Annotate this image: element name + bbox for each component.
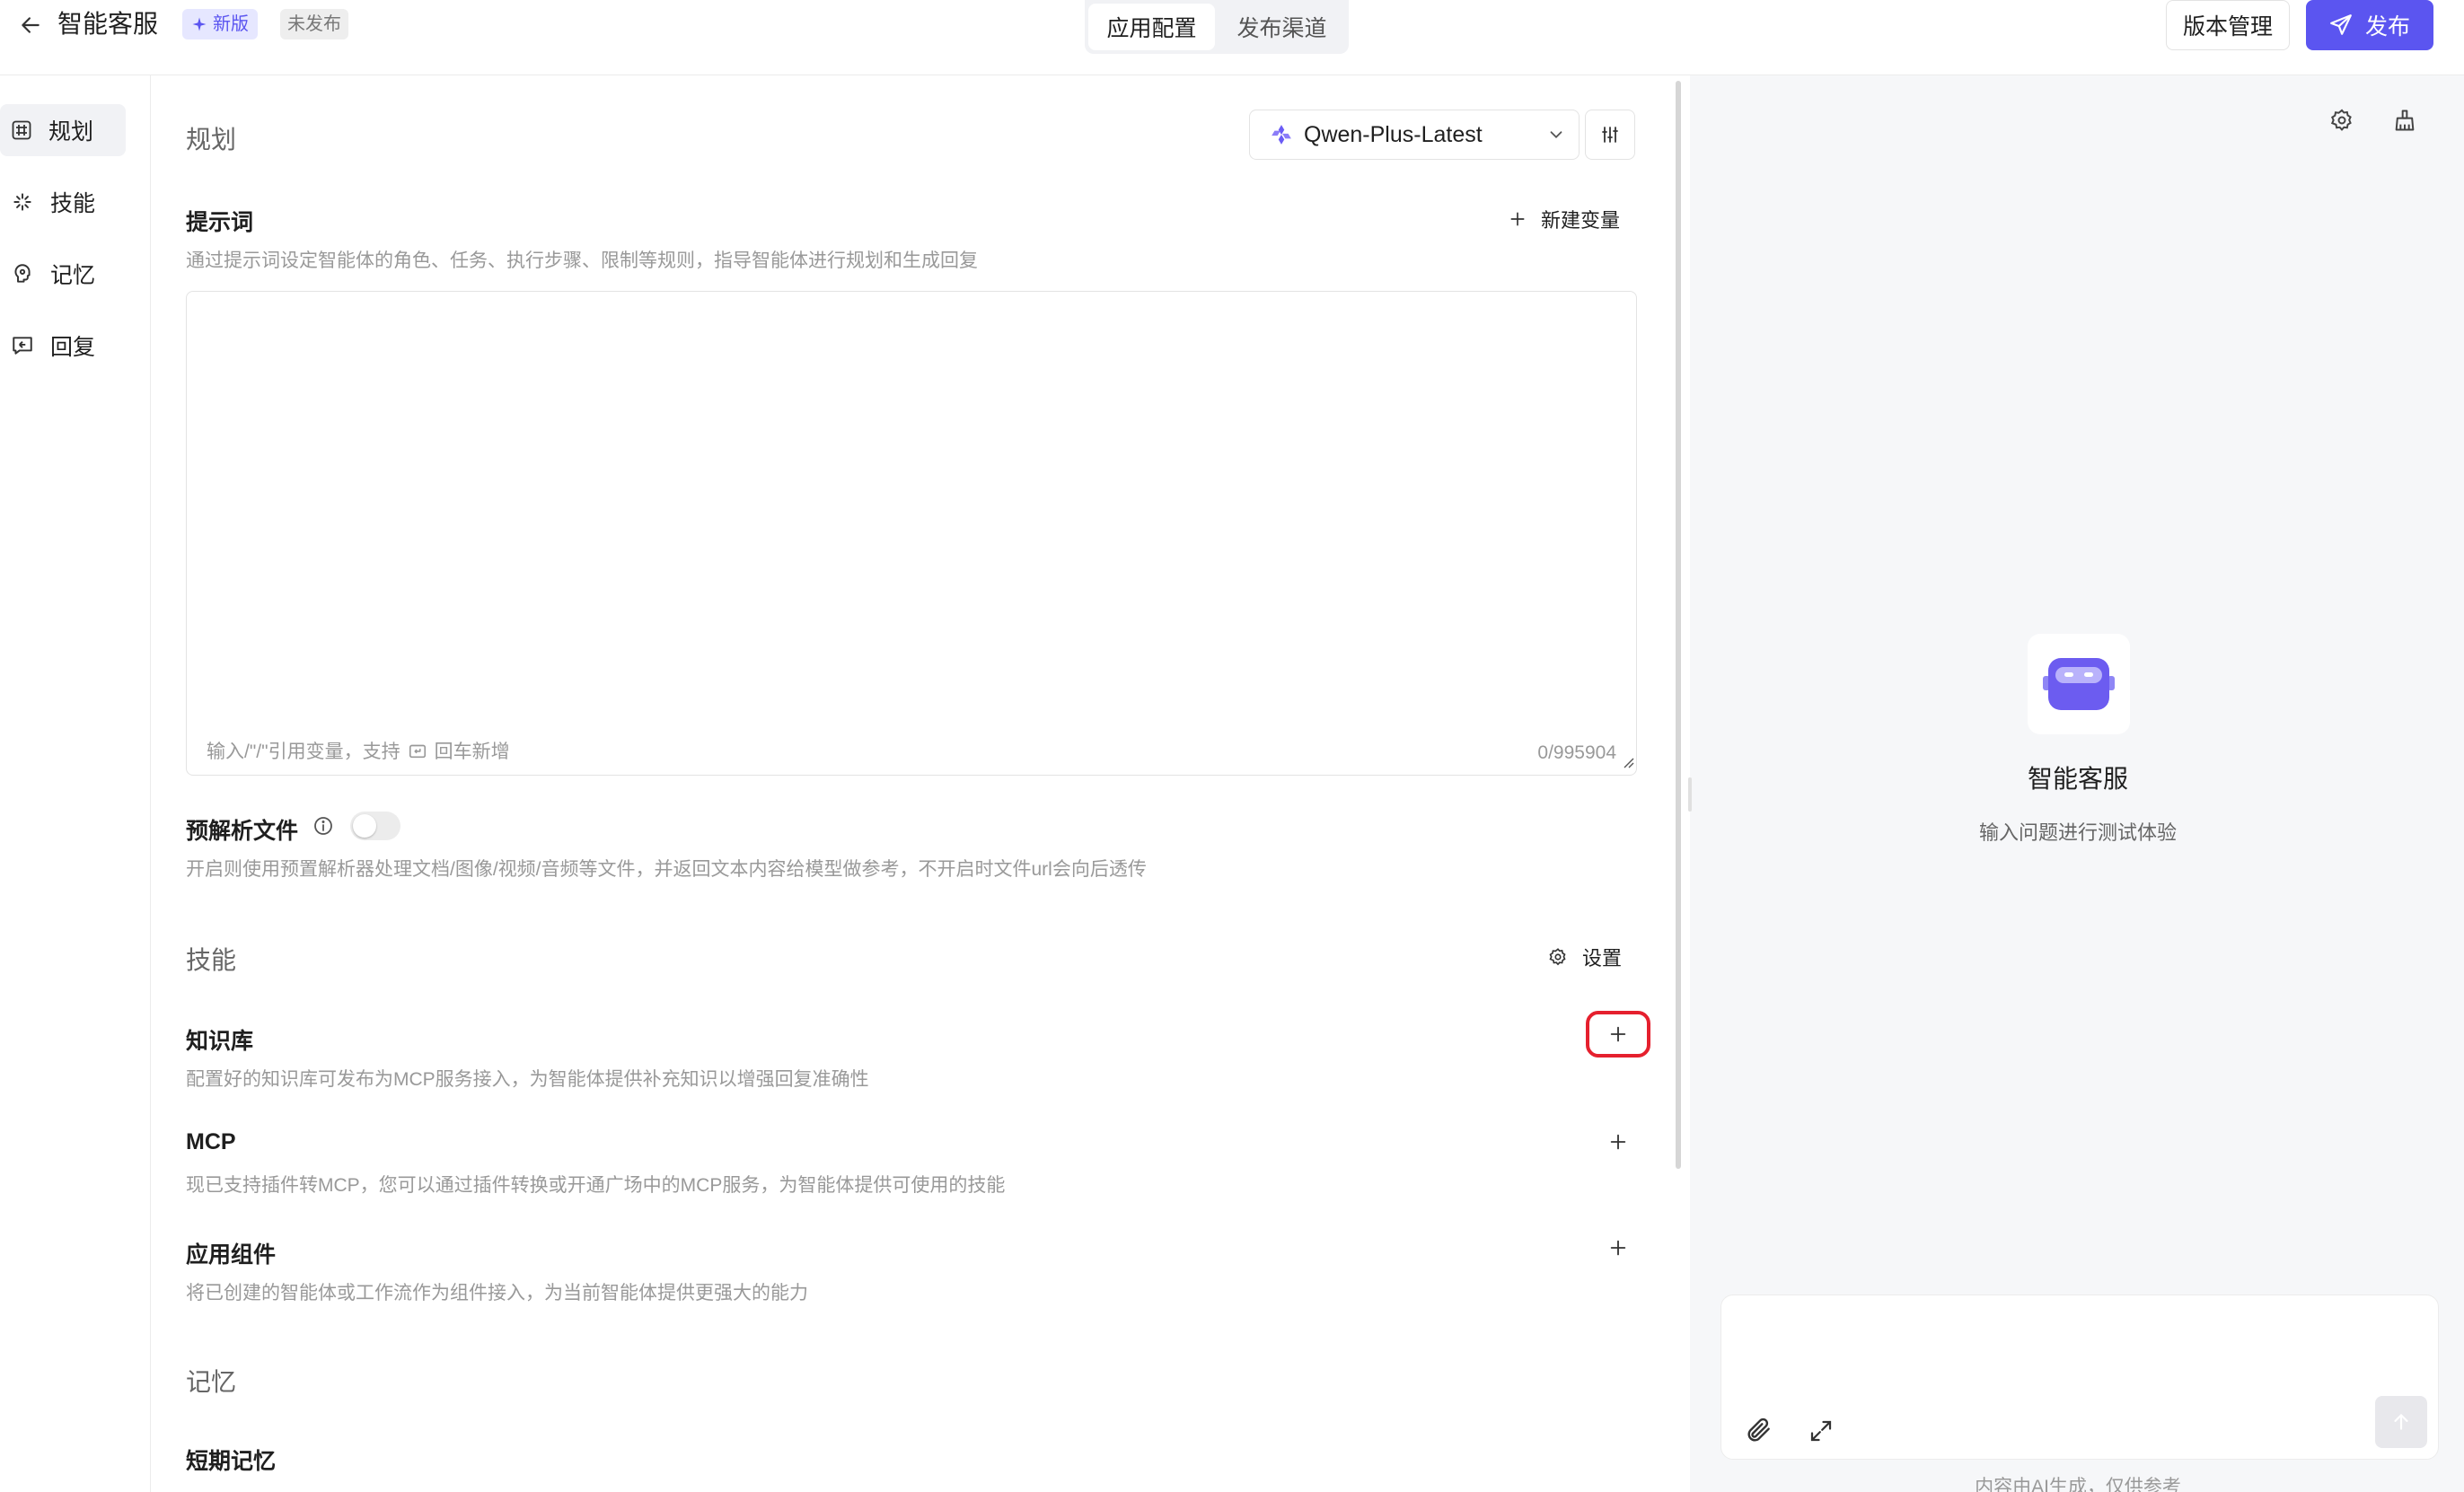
planning-section-title: 规划	[186, 126, 237, 154]
plus-icon	[1608, 1238, 1628, 1258]
app-title: 智能客服	[57, 10, 159, 38]
knowledge-base-title: 知识库	[186, 1029, 254, 1054]
enter-key-icon	[408, 741, 427, 760]
brain-icon	[11, 262, 34, 285]
skills-settings-button[interactable]: 设置	[1548, 943, 1622, 971]
resize-handle-icon[interactable]	[1622, 756, 1634, 773]
hash-icon	[11, 119, 32, 141]
info-icon[interactable]	[312, 815, 334, 837]
mcp-title: MCP	[186, 1129, 236, 1154]
add-app-component-button[interactable]	[1586, 1224, 1650, 1271]
robot-icon	[2039, 653, 2118, 715]
publish-button[interactable]: 发布	[2306, 0, 2433, 50]
app-components-title: 应用组件	[186, 1242, 277, 1268]
attachment-icon[interactable]	[1745, 1416, 1773, 1444]
prompt-textarea[interactable]: 输入/"/"引用变量，支持 回车新增 0/995904	[186, 291, 1637, 776]
tab-publish-channels[interactable]: 发布渠道	[1219, 4, 1345, 50]
arrow-up-icon	[2389, 1410, 2413, 1434]
broom-icon	[2392, 108, 2417, 133]
bot-name: 智能客服	[2027, 765, 2128, 793]
ai-disclaimer: 内容由AI生成，仅供参考	[1975, 1477, 2181, 1492]
model-select[interactable]: Qwen-Plus-Latest	[1249, 110, 1580, 160]
plus-icon	[1509, 210, 1527, 228]
skills-section-title: 技能	[186, 946, 237, 974]
bot-avatar	[2028, 634, 2130, 734]
plus-icon	[1608, 1024, 1628, 1044]
chevron-down-icon	[1546, 125, 1566, 145]
publish-label: 发布	[2364, 14, 2410, 39]
send-button[interactable]	[2375, 1396, 2427, 1448]
back-button[interactable]	[13, 7, 48, 43]
new-variable-label: 新建变量	[1541, 209, 1621, 232]
sidebar-item-memory[interactable]: 记忆	[0, 248, 126, 300]
tab-app-config[interactable]: 应用配置	[1088, 4, 1215, 50]
chat-reply-icon	[11, 334, 34, 357]
new-version-label: 新版	[213, 14, 249, 34]
clear-chat-button[interactable]	[2387, 102, 2423, 138]
add-knowledge-base-button[interactable]	[1586, 1011, 1650, 1058]
sidebar-item-label: 记忆	[50, 263, 96, 288]
skills-settings-label: 设置	[1582, 947, 1623, 970]
qwen-logo-icon	[1270, 123, 1293, 146]
sidebar-item-label: 技能	[50, 191, 96, 216]
chat-input[interactable]	[1720, 1295, 2439, 1460]
send-icon	[2329, 13, 2353, 37]
model-params-button[interactable]	[1585, 110, 1635, 160]
short-memory-title: 短期记忆	[186, 1449, 277, 1474]
mode-tabs: 应用配置 发布渠道	[1085, 0, 1349, 54]
app-components-description: 将已创建的智能体或工作流作为组件接入，为当前智能体提供更强大的能力	[186, 1283, 808, 1303]
knowledge-base-description: 配置好的知识库可发布为MCP服务接入，为智能体提供补充知识以增强回复准确性	[186, 1069, 869, 1090]
arrow-left-icon	[19, 13, 42, 37]
sliders-icon	[1599, 124, 1621, 145]
sidebar: 规划 技能 记忆 回复	[0, 75, 151, 1492]
placeholder-suffix: 回车新增	[434, 742, 510, 762]
sparkle-icon	[11, 190, 34, 214]
expand-icon[interactable]	[1808, 1417, 1835, 1444]
placeholder-prefix: 输入/"/"引用变量，支持	[207, 742, 400, 762]
sparkle-icon	[191, 16, 207, 32]
version-management-button[interactable]: 版本管理	[2166, 0, 2290, 50]
model-name: Qwen-Plus-Latest	[1304, 121, 1483, 147]
plus-icon	[1608, 1132, 1628, 1152]
prompt-description: 通过提示词设定智能体的角色、任务、执行步骤、限制等规则，指导智能体进行规划和生成…	[186, 250, 978, 271]
sidebar-item-label: 回复	[50, 335, 96, 360]
memory-section-title: 记忆	[186, 1368, 237, 1396]
sidebar-item-skills[interactable]: 技能	[0, 176, 126, 228]
prompt-placeholder: 输入/"/"引用变量，支持 回车新增	[207, 737, 510, 764]
top-bar: 智能客服 新版 未发布 应用配置 发布渠道 版本管理 发布	[0, 0, 2464, 75]
prompt-title: 提示词	[186, 210, 254, 235]
panel-resize-handle[interactable]	[1688, 777, 1692, 812]
sidebar-item-label: 规划	[48, 119, 94, 145]
toggle-knob	[353, 814, 376, 838]
preparse-title: 预解析文件	[186, 819, 299, 844]
sidebar-item-reply[interactable]: 回复	[0, 320, 126, 372]
new-variable-button[interactable]: 新建变量	[1509, 205, 1620, 233]
preview-settings-button[interactable]	[2324, 102, 2360, 138]
config-scrollbar[interactable]	[1676, 81, 1681, 1169]
preparse-toggle[interactable]	[350, 812, 400, 840]
char-counter: 0/995904	[1537, 742, 1616, 763]
sidebar-item-planning[interactable]: 规划	[0, 104, 126, 156]
status-badge: 未发布	[280, 9, 348, 39]
preparse-description: 开启则使用预置解析器处理文档/图像/视频/音频等文件，并返回文本内容给模型做参考…	[186, 859, 1147, 880]
add-mcp-button[interactable]	[1586, 1119, 1650, 1165]
gear-icon	[2329, 108, 2354, 133]
bot-hint: 输入问题进行测试体验	[1978, 821, 2177, 844]
new-version-badge: 新版	[182, 9, 258, 39]
gear-icon	[1548, 947, 1568, 967]
mcp-description: 现已支持插件转MCP，您可以通过插件转换或开通广场中的MCP服务，为智能体提供可…	[186, 1175, 1006, 1196]
